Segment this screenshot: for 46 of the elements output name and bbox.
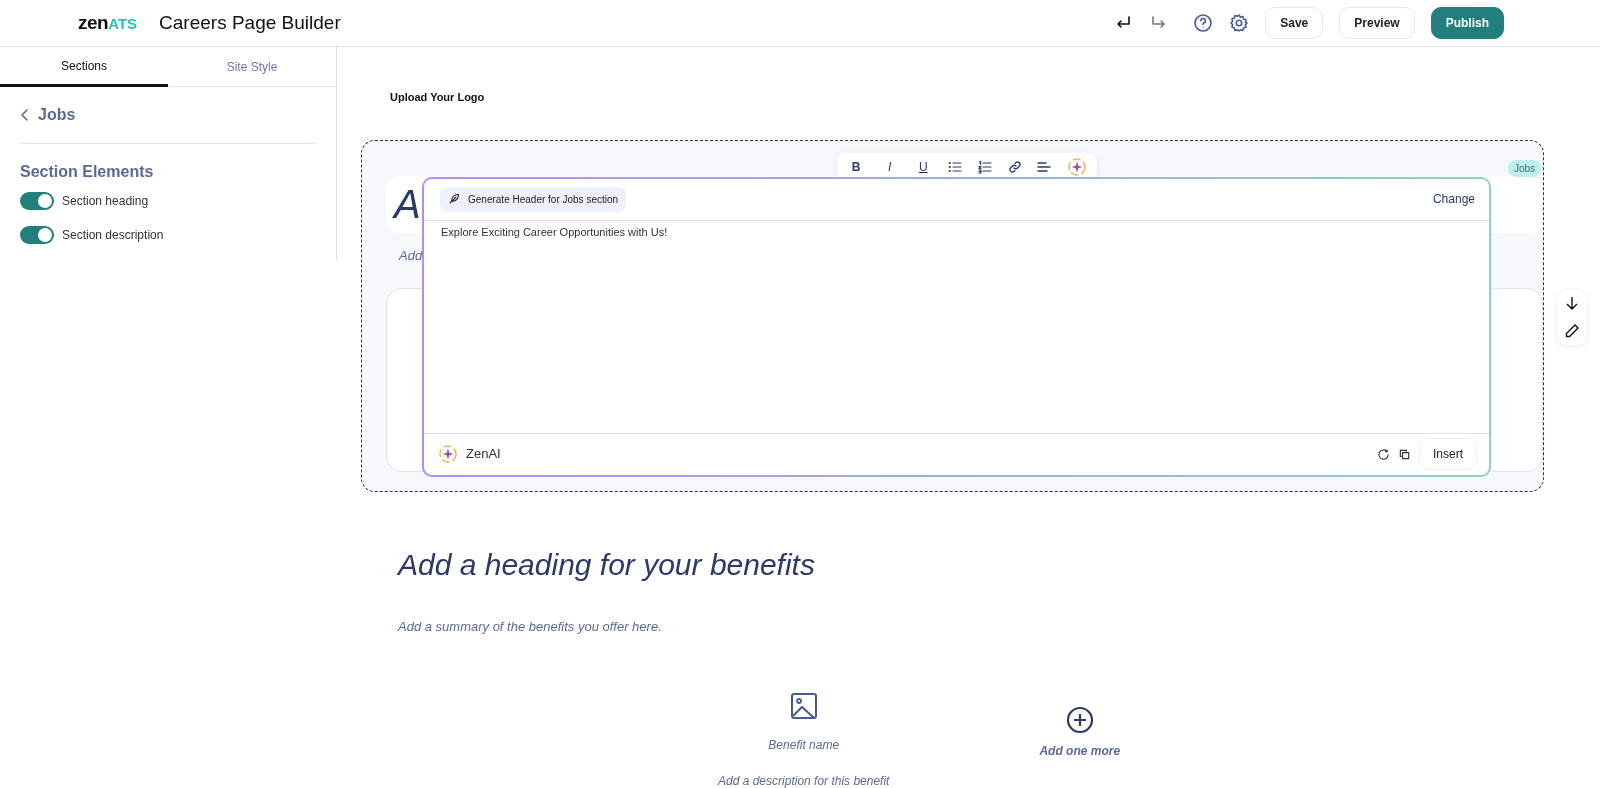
bullet-list-icon[interactable]	[948, 159, 963, 174]
link-icon[interactable]	[1007, 159, 1022, 174]
move-down-icon[interactable]	[1565, 295, 1579, 312]
image-icon[interactable]	[789, 692, 818, 720]
toggle-label: Section heading	[62, 193, 149, 210]
copy-icon[interactable]	[1398, 447, 1411, 461]
bold-button[interactable]: B	[847, 157, 865, 176]
toggle-label: Section description	[62, 227, 164, 244]
sidebar-tab[interactable]: Site Style	[168, 47, 336, 87]
back-link[interactable]: Jobs	[38, 103, 76, 127]
edit-icon[interactable]	[1564, 322, 1580, 339]
benefits-heading[interactable]: Add a heading for your benefits	[398, 541, 1600, 587]
benefits-summary[interactable]: Add a summary of the benefits you offer here.	[398, 616, 1600, 636]
toolbar-button[interactable]: Preview	[1339, 7, 1415, 39]
section-heading: Section Elements	[20, 162, 155, 182]
insert-button[interactable]: Insert	[1419, 438, 1477, 470]
zenai-logo-icon	[438, 444, 458, 464]
feather-icon	[448, 193, 460, 205]
align-left-icon[interactable]	[1037, 159, 1052, 174]
section-description[interactable]: Add	[399, 245, 423, 265]
toolbar-button[interactable]: Save	[1265, 7, 1324, 39]
regenerate-icon[interactable]	[1377, 447, 1390, 461]
toggle-switch[interactable]	[20, 192, 54, 210]
generated-text: Explore Exciting Career Opportunities with Us!	[441, 224, 669, 240]
underline-button[interactable]: U	[914, 157, 933, 176]
sparkle-icon	[1066, 156, 1087, 177]
add-more-link[interactable]: Add one more	[1039, 742, 1121, 760]
benefit-name[interactable]: Benefit name	[768, 736, 840, 754]
back-icon[interactable]	[20, 108, 30, 122]
sidebar-tab[interactable]: Sections	[0, 47, 168, 87]
help-icon[interactable]	[1193, 13, 1214, 33]
italic-button[interactable]: I	[880, 157, 899, 176]
section-tag: Jobs	[1507, 159, 1541, 177]
app-title: Careers Page Builder	[159, 10, 341, 35]
upload-logo-link[interactable]: Upload Your Logo	[390, 89, 1600, 106]
settings-icon[interactable]	[1229, 13, 1250, 33]
change-link[interactable]: Change	[1432, 190, 1475, 208]
add-icon[interactable]	[1065, 706, 1094, 734]
benefit-description[interactable]: Add a description for this benefit	[718, 772, 890, 788]
logo: zenATS	[78, 10, 138, 35]
numbered-list-icon[interactable]	[977, 159, 992, 174]
zenai-label: ZenAI	[466, 445, 501, 464]
prompt-text: Generate Header for Jobs section	[468, 192, 619, 207]
toggle-switch[interactable]	[20, 226, 54, 244]
publish-button[interactable]: Publish	[1430, 7, 1504, 39]
prompt-chip[interactable]: Generate Header for Jobs section	[440, 186, 627, 212]
